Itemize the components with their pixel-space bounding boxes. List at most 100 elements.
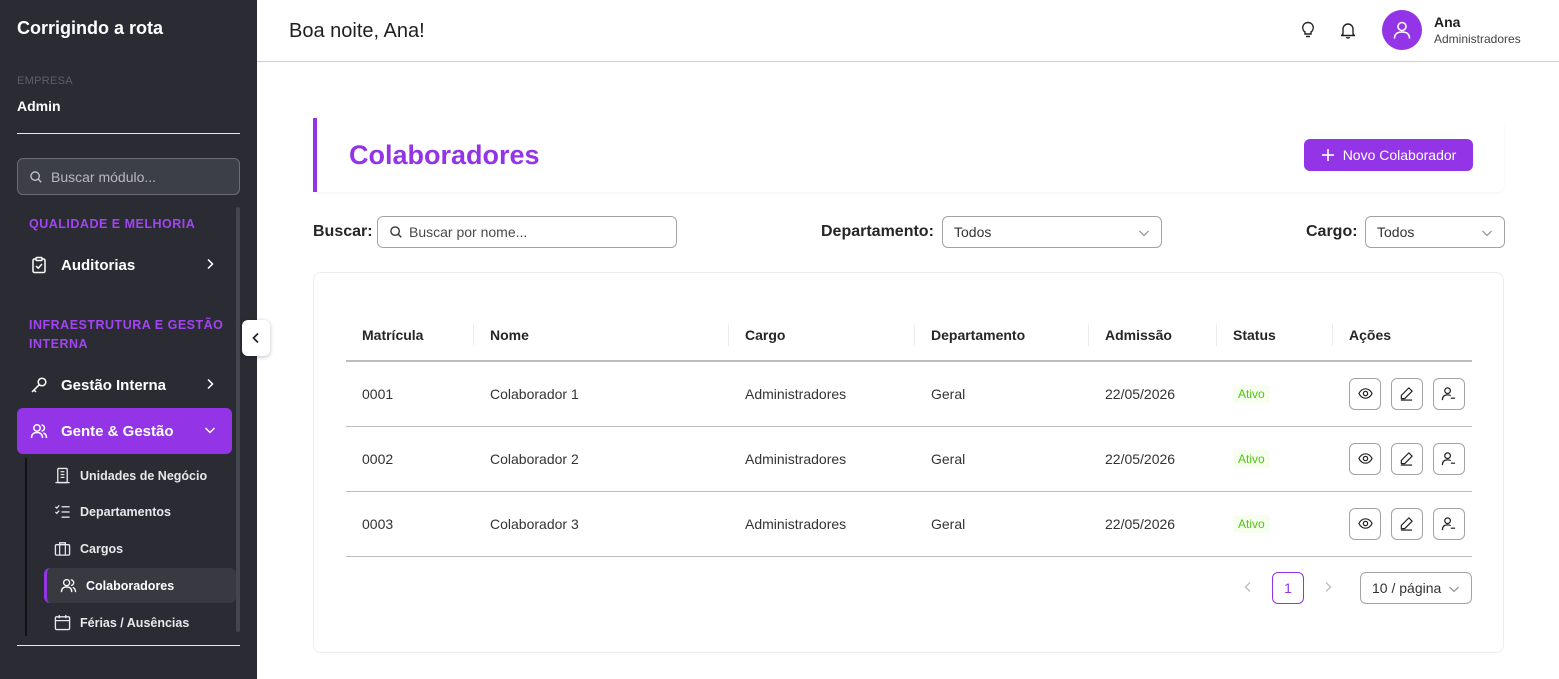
bell-icon[interactable]: [1339, 21, 1357, 39]
search-icon: [30, 170, 42, 183]
department-select-value: Todos: [954, 224, 992, 240]
sidebar-item-label: Auditorias: [61, 256, 136, 274]
column-header: Ações: [1333, 309, 1472, 362]
next-page-icon[interactable]: [1322, 581, 1334, 593]
cell-role: Administradores: [729, 426, 915, 492]
sidebar-item-gestao-interna[interactable]: Gestão Interna: [17, 362, 232, 408]
chevron-down-icon: [204, 427, 216, 434]
clipboard-check-icon: [32, 256, 46, 274]
cell-actions: [1333, 361, 1472, 427]
sidebar-subitem-label: Cargos: [80, 541, 124, 556]
module-search[interactable]: [17, 158, 240, 195]
column-header[interactable]: Departamento: [915, 309, 1089, 362]
cell-id: 0002: [346, 426, 474, 492]
role-label: Cargo:: [1306, 223, 1358, 240]
column-header[interactable]: Nome: [474, 309, 729, 362]
sidebar-collapse-button[interactable]: [242, 320, 270, 356]
column-header[interactable]: Cargo: [729, 309, 915, 362]
name-search-input[interactable]: [409, 224, 676, 240]
edit-button[interactable]: [1390, 442, 1423, 475]
lightbulb-icon[interactable]: [1299, 21, 1317, 39]
sidebar-scrollbar[interactable]: [236, 207, 240, 632]
sidebar-subitem-label: Férias / Ausências: [80, 615, 190, 630]
cell-status: Ativo: [1217, 426, 1333, 492]
sidebar-subitem-ferias[interactable]: Férias / Ausências: [44, 605, 236, 640]
department-label: Departamento:: [821, 223, 934, 240]
view-button[interactable]: [1349, 442, 1381, 475]
role-select[interactable]: Todos: [1365, 216, 1505, 248]
sidebar-divider: [17, 645, 240, 646]
status-badge: Ativo: [1233, 384, 1270, 403]
pencil-icon: [1401, 517, 1414, 531]
page-1-button[interactable]: 1: [1272, 572, 1304, 604]
sidebar-item-gente-gestao[interactable]: Gente & Gestão: [17, 408, 232, 454]
chevron-down-icon: [1449, 586, 1459, 593]
sidebar: Corrigindo a rota EMPRESA Admin QUALIDAD…: [0, 0, 257, 679]
status-badge: Ativo: [1233, 514, 1270, 533]
cell-id: 0001: [346, 361, 474, 427]
table-header-row: Matrícula Nome Cargo Departamento Admiss…: [346, 309, 1472, 362]
status-badge: Ativo: [1233, 449, 1270, 468]
edit-button[interactable]: [1390, 507, 1423, 540]
eye-icon: [1357, 453, 1373, 464]
table-row[interactable]: 0003 Colaborador 3 Administradores Geral…: [346, 491, 1472, 557]
table-row[interactable]: 0001 Colaborador 1 Administradores Geral…: [346, 361, 1472, 427]
new-collaborator-button[interactable]: Novo Colaborador: [1304, 139, 1473, 171]
deactivate-user-button[interactable]: [1432, 377, 1465, 410]
role-select-value: Todos: [1377, 224, 1415, 240]
cell-name: Colaborador 2: [474, 426, 729, 492]
cell-admission: 22/05/2026: [1089, 426, 1217, 492]
deactivate-user-button[interactable]: [1432, 507, 1465, 540]
sidebar-subitem-colaboradores[interactable]: Colaboradores: [44, 568, 236, 603]
cell-department: Geral: [915, 491, 1089, 557]
cell-role: Administradores: [729, 361, 915, 427]
sidebar-item-label: Gestão Interna: [61, 376, 167, 394]
deactivate-user-button[interactable]: [1432, 442, 1465, 475]
user-minus-icon: [1442, 387, 1456, 401]
column-header[interactable]: Admissão: [1089, 309, 1217, 362]
sidebar-item-auditorias[interactable]: Auditorias: [17, 242, 232, 288]
sidebar-subitem-departamentos[interactable]: Departamentos: [44, 494, 236, 529]
cell-admission: 22/05/2026: [1089, 361, 1217, 427]
cell-department: Geral: [915, 361, 1089, 427]
prev-page-icon[interactable]: [1242, 581, 1254, 593]
user-minus-icon: [1442, 517, 1456, 531]
building-icon: [55, 467, 70, 484]
sidebar-subitem-label: Colaboradores: [86, 578, 175, 593]
top-header: Boa noite, Ana! Ana Administradores: [257, 0, 1559, 62]
avatar[interactable]: [1382, 10, 1422, 50]
column-header[interactable]: Matrícula: [346, 309, 474, 362]
module-search-input[interactable]: [51, 168, 221, 185]
sidebar-subitem-unidades[interactable]: Unidades de Negócio: [44, 458, 236, 493]
cell-actions: [1333, 426, 1472, 492]
calendar-icon: [54, 614, 71, 631]
chevron-right-icon: [207, 258, 214, 270]
view-button[interactable]: [1349, 507, 1381, 540]
new-collaborator-label: Novo Colaborador: [1342, 147, 1457, 163]
sidebar-subitem-label: Departamentos: [80, 504, 171, 519]
name-search[interactable]: [377, 216, 677, 248]
chevron-down-icon: [1139, 230, 1149, 237]
edit-button[interactable]: [1390, 377, 1423, 410]
eye-icon: [1357, 518, 1373, 529]
company-name: Admin: [17, 98, 61, 114]
cell-id: 0003: [346, 491, 474, 557]
users-icon: [30, 424, 48, 439]
search-icon: [390, 226, 402, 238]
column-header[interactable]: Status: [1217, 309, 1333, 362]
table-row[interactable]: 0002 Colaborador 2 Administradores Geral…: [346, 426, 1472, 492]
department-select[interactable]: Todos: [942, 216, 1162, 248]
cell-department: Geral: [915, 426, 1089, 492]
sidebar-subitem-cargos[interactable]: Cargos: [44, 531, 236, 566]
view-button[interactable]: [1349, 377, 1381, 410]
page-size-select[interactable]: 10 / página: [1360, 572, 1472, 604]
greeting: Boa noite, Ana!: [289, 20, 425, 42]
group-title-quality: QUALIDADE E MELHORIA: [29, 217, 196, 231]
company-label: EMPRESA: [17, 75, 73, 87]
user-name: Ana: [1434, 14, 1461, 30]
collaborators-table: Matrícula Nome Cargo Departamento Admiss…: [346, 309, 1472, 557]
pencil-icon: [1401, 387, 1414, 401]
collaborators-table-card: Matrícula Nome Cargo Departamento Admiss…: [313, 272, 1504, 653]
brand-title: Corrigindo a rota: [17, 18, 164, 38]
sidebar-subitem-label: Unidades de Negócio: [80, 468, 208, 483]
